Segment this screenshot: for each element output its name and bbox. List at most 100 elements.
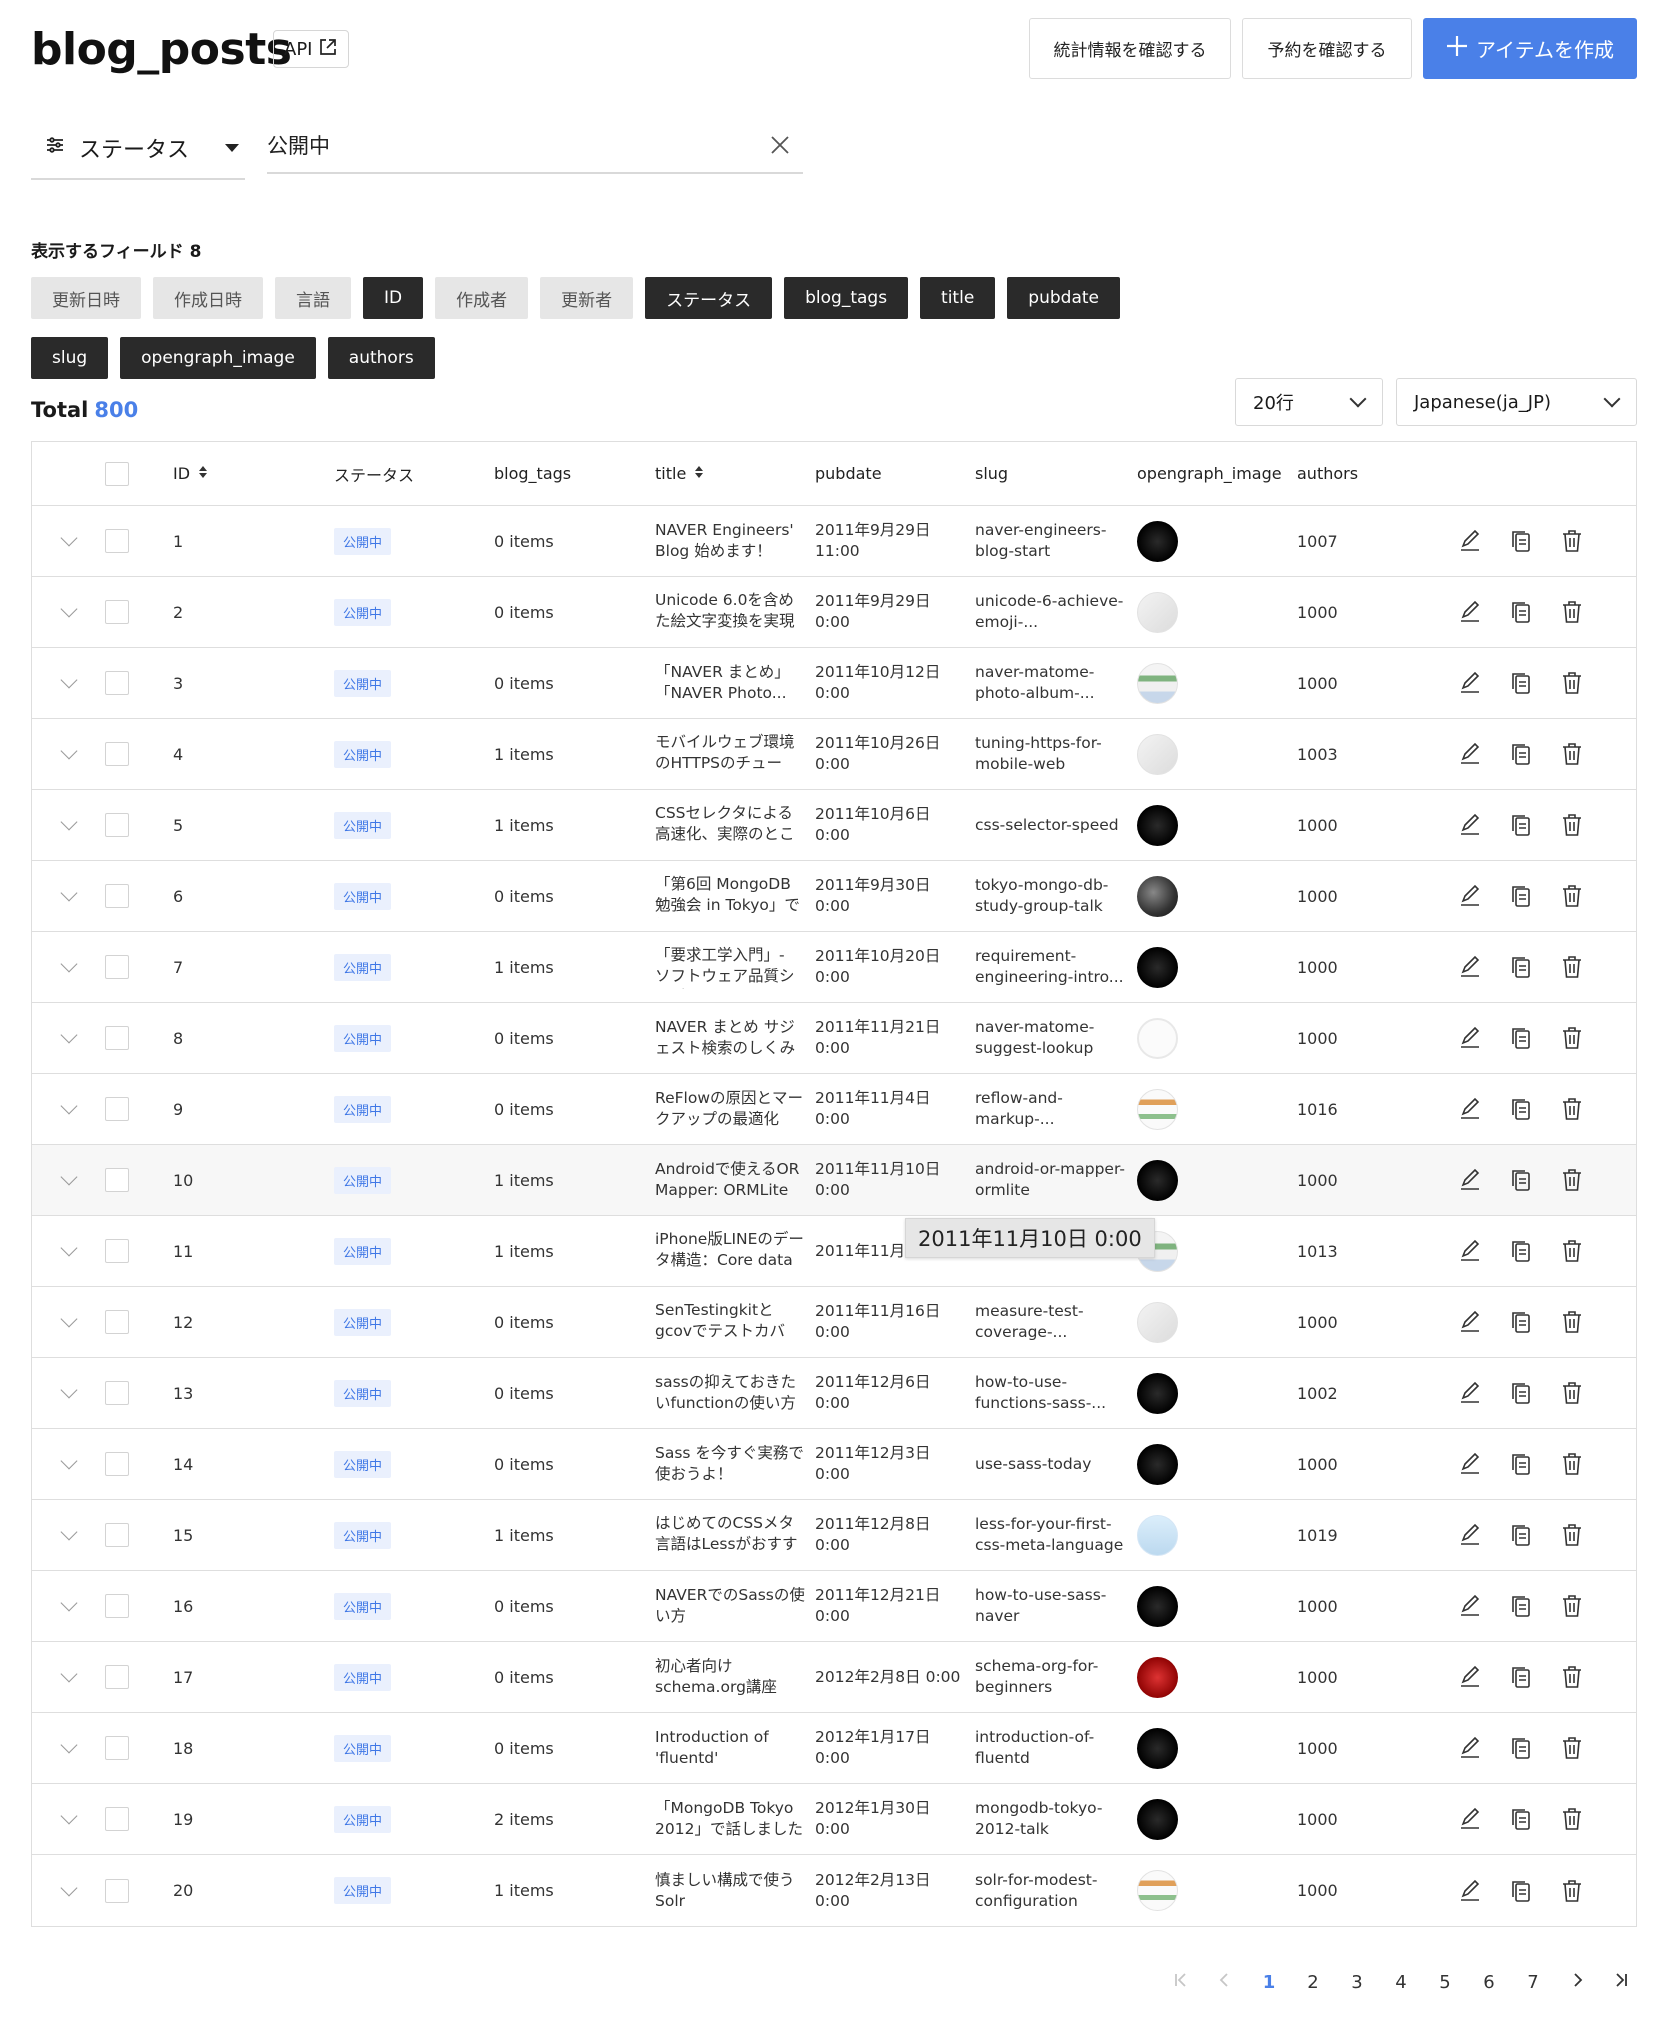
opengraph-thumbnail[interactable] <box>1137 1372 1178 1414</box>
row-checkbox[interactable] <box>105 955 129 979</box>
field-chip[interactable]: 言語 <box>275 277 351 319</box>
opengraph-thumbnail[interactable] <box>1137 733 1178 775</box>
field-chip[interactable]: 作成日時 <box>153 277 263 319</box>
row-checkbox[interactable] <box>105 1665 129 1689</box>
trash-icon[interactable] <box>1559 1167 1585 1193</box>
row-checkbox[interactable] <box>105 1310 129 1334</box>
duplicate-icon[interactable] <box>1508 670 1534 696</box>
page-number[interactable]: 1 <box>1247 1972 1291 1993</box>
trash-icon[interactable] <box>1559 1309 1585 1335</box>
column-header-opengraph-image[interactable]: opengraph_image <box>1137 442 1282 505</box>
chevron-down-icon[interactable] <box>60 600 78 618</box>
view-reservations-button[interactable]: 予約を確認する <box>1242 18 1412 79</box>
table-row[interactable]: 14 公開中 0 items Sass を今すぐ実務で使おうよ！ 2011年12月3日 … <box>32 1429 1636 1500</box>
rows-per-page-select[interactable]: 20行 <box>1235 378 1383 426</box>
chevron-down-icon[interactable] <box>60 884 78 902</box>
row-checkbox[interactable] <box>105 813 129 837</box>
column-header-slug[interactable]: slug <box>975 442 1127 505</box>
opengraph-thumbnail[interactable] <box>1137 804 1178 846</box>
chevron-down-icon[interactable] <box>60 1026 78 1044</box>
trash-icon[interactable] <box>1559 1878 1585 1904</box>
table-row[interactable]: 8 公開中 0 items NAVER まとめ サジェスト検索のしくみ 2011年11月… <box>32 1003 1636 1074</box>
last-page-icon[interactable] <box>1599 1972 1643 1993</box>
trash-icon[interactable] <box>1559 670 1585 696</box>
chevron-down-icon[interactable] <box>60 1594 78 1612</box>
opengraph-thumbnail[interactable] <box>1137 1088 1178 1130</box>
chevron-down-icon[interactable] <box>60 1452 78 1470</box>
table-row[interactable]: 16 公開中 0 items NAVERでのSassの使い方 2011年12月21日 0… <box>32 1571 1636 1642</box>
edit-icon[interactable] <box>1457 670 1483 696</box>
chevron-down-icon[interactable] <box>60 813 78 831</box>
table-row[interactable]: 10 公開中 1 items Androidで使えるOR Mapper: ORMLit… <box>32 1145 1636 1216</box>
opengraph-thumbnail[interactable] <box>1137 1443 1178 1485</box>
table-row[interactable]: 20 公開中 1 items 慎ましい構成で使うSolr 2012年2月13日 0:00… <box>32 1855 1636 1926</box>
row-checkbox[interactable] <box>105 1736 129 1760</box>
filter-value-input[interactable] <box>267 133 727 157</box>
first-page-icon[interactable] <box>1159 1972 1203 1993</box>
opengraph-thumbnail[interactable] <box>1137 875 1178 917</box>
opengraph-thumbnail[interactable] <box>1137 1727 1178 1769</box>
duplicate-icon[interactable] <box>1508 1806 1534 1832</box>
view-stats-button[interactable]: 統計情報を確認する <box>1029 18 1231 79</box>
column-header-id[interactable]: ID <box>173 442 208 505</box>
opengraph-thumbnail[interactable] <box>1137 1585 1178 1627</box>
page-number[interactable]: 4 <box>1379 1972 1423 1993</box>
previous-page-icon[interactable] <box>1203 1972 1247 1993</box>
chevron-down-icon[interactable] <box>60 529 78 547</box>
chevron-down-icon[interactable] <box>60 1523 78 1541</box>
column-header-authors[interactable]: authors <box>1297 442 1358 505</box>
edit-icon[interactable] <box>1457 1451 1483 1477</box>
edit-icon[interactable] <box>1457 741 1483 767</box>
opengraph-thumbnail[interactable] <box>1137 1656 1178 1698</box>
field-chip[interactable]: ステータス <box>645 277 773 319</box>
opengraph-thumbnail[interactable] <box>1137 1798 1178 1840</box>
opengraph-thumbnail[interactable] <box>1137 1017 1178 1059</box>
field-chip[interactable]: 更新者 <box>540 277 634 319</box>
api-link[interactable]: API <box>273 30 350 68</box>
duplicate-icon[interactable] <box>1508 1451 1534 1477</box>
field-chip[interactable]: 更新日時 <box>31 277 141 319</box>
trash-icon[interactable] <box>1559 1380 1585 1406</box>
opengraph-thumbnail[interactable] <box>1137 520 1178 562</box>
select-all-checkbox[interactable] <box>105 461 129 486</box>
row-checkbox[interactable] <box>105 1239 129 1263</box>
row-checkbox[interactable] <box>105 1878 129 1903</box>
column-header-pubdate[interactable]: pubdate <box>815 442 965 505</box>
language-select[interactable]: Japanese(ja_JP) <box>1396 378 1637 426</box>
clear-filter-icon[interactable] <box>767 132 793 158</box>
opengraph-thumbnail[interactable] <box>1137 591 1178 633</box>
table-row[interactable]: 13 公開中 0 items sassの抑えておきたいfunctionの使い方 2011… <box>32 1358 1636 1429</box>
trash-icon[interactable] <box>1559 599 1585 625</box>
chevron-down-icon[interactable] <box>60 1665 78 1683</box>
edit-icon[interactable] <box>1457 1025 1483 1051</box>
table-row[interactable]: 7 公開中 1 items 「要求工学入門」- ソフトウェア品質シンポ... 2011年… <box>32 932 1636 1003</box>
create-item-button[interactable]: アイテムを作成 <box>1423 18 1637 79</box>
page-number[interactable]: 3 <box>1335 1972 1379 1993</box>
opengraph-thumbnail[interactable] <box>1137 662 1178 704</box>
chevron-down-icon[interactable] <box>60 1097 78 1115</box>
chevron-down-icon[interactable] <box>60 1879 78 1896</box>
table-row[interactable]: 15 公開中 1 items はじめてのCSSメタ言語はLessがおすすめ！ 2011年… <box>32 1500 1636 1571</box>
trash-icon[interactable] <box>1559 1664 1585 1690</box>
duplicate-icon[interactable] <box>1508 741 1534 767</box>
table-row[interactable]: 2 公開中 0 items Unicode 6.0を含めた絵文字変換を実現する 2011… <box>32 577 1636 648</box>
row-checkbox[interactable] <box>105 1452 129 1476</box>
edit-icon[interactable] <box>1457 599 1483 625</box>
table-row[interactable]: 18 公開中 0 items Introduction of 'fluentd' 201… <box>32 1713 1636 1784</box>
duplicate-icon[interactable] <box>1508 1522 1534 1548</box>
duplicate-icon[interactable] <box>1508 599 1534 625</box>
table-row[interactable]: 5 公開中 1 items CSSセレクタによる高速化、実際のところ 2011年10月6… <box>32 790 1636 861</box>
edit-icon[interactable] <box>1457 812 1483 838</box>
row-checkbox[interactable] <box>105 529 129 553</box>
field-chip[interactable]: authors <box>327 337 435 379</box>
field-chip[interactable]: 作成者 <box>435 277 529 319</box>
row-checkbox[interactable] <box>105 1097 129 1121</box>
trash-icon[interactable] <box>1559 883 1585 909</box>
trash-icon[interactable] <box>1559 1096 1585 1122</box>
page-number[interactable]: 6 <box>1467 1972 1511 1993</box>
duplicate-icon[interactable] <box>1508 1238 1534 1264</box>
opengraph-thumbnail[interactable] <box>1137 1159 1178 1201</box>
field-chip[interactable]: blog_tags <box>784 277 909 319</box>
edit-icon[interactable] <box>1457 1806 1483 1832</box>
opengraph-thumbnail[interactable] <box>1137 1301 1178 1343</box>
